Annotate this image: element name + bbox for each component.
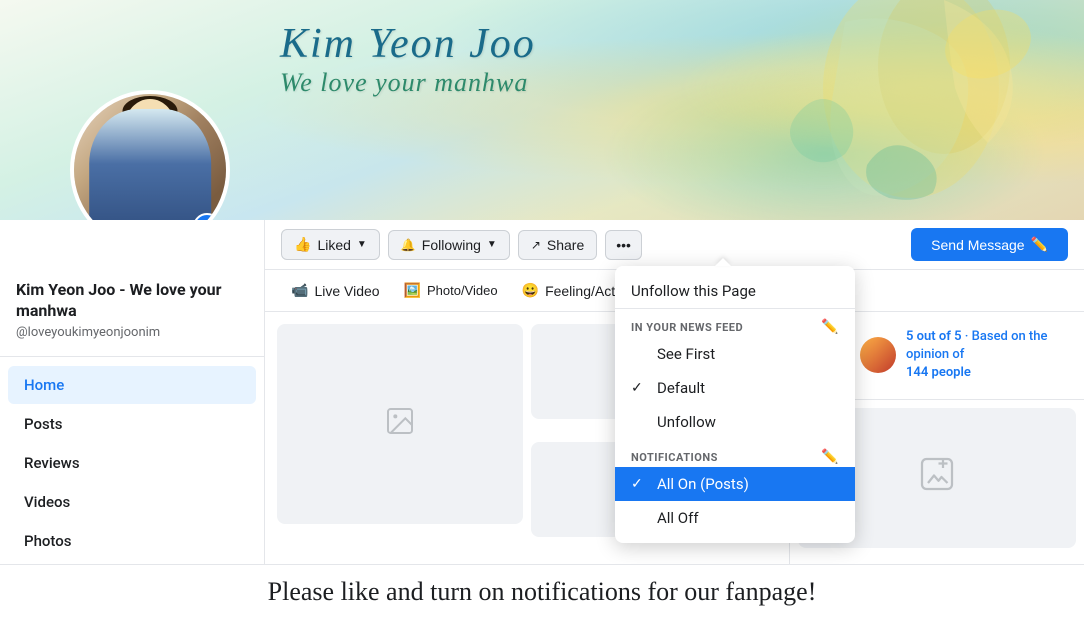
photo-placeholder-tall — [277, 324, 523, 524]
liked-chevron-icon: ▼ — [357, 239, 367, 250]
rating-text: 5 out of 5 · Based on the opinion of 144… — [906, 328, 1068, 383]
all-off-option[interactable]: All Off — [615, 501, 855, 535]
action-bar: 👍 Liked ▼ 🔔 Following ▼ ↗ Share ••• — [265, 220, 1084, 270]
page-info: Kim Yeon Joo - We love your manhwa @love… — [0, 270, 264, 357]
all-on-posts-option[interactable]: ✓ All On (Posts) — [615, 467, 855, 501]
main-content: Kim Yeon Joo - We love your manhwa @love… — [0, 220, 1084, 564]
notifications-section: NOTIFICATIONS ✏️ ✓ All On (Posts) All Of… — [615, 443, 855, 535]
sidebar-item-home[interactable]: Home — [8, 366, 256, 404]
cover-title-area: Kim Yeon Joo We love your manhwa — [280, 20, 536, 98]
following-chevron-icon: ▼ — [487, 239, 497, 250]
unfollow-option[interactable]: Unfollow — [615, 405, 855, 439]
more-icon: ••• — [616, 237, 631, 253]
all-on-check: ✓ — [631, 476, 647, 492]
photo-video-button[interactable]: 🖼️ Photo/Video — [394, 276, 508, 305]
see-first-option[interactable]: See First — [615, 337, 855, 371]
bottom-call-to-action: Please like and turn on notifications fo… — [0, 564, 1084, 619]
content-area: 👍 Liked ▼ 🔔 Following ▼ ↗ Share ••• — [265, 220, 1084, 564]
more-button[interactable]: ••• — [605, 230, 642, 260]
send-message-button[interactable]: Send Message ✏️ — [911, 228, 1068, 261]
live-video-button[interactable]: 📹 Live Video — [281, 276, 390, 305]
sidebar-item-videos[interactable]: Videos — [8, 483, 256, 521]
page-name: Kim Yeon Joo - We love your manhwa — [16, 280, 248, 322]
sidebar-item-photos[interactable]: Photos — [8, 522, 256, 560]
default-check: ✓ — [631, 380, 647, 396]
liked-button[interactable]: 👍 Liked ▼ — [281, 229, 380, 260]
pencil-icon: ✏️ — [1031, 236, 1048, 253]
following-icon: 🔔 — [401, 238, 416, 252]
cover-title-main: Kim Yeon Joo — [280, 20, 536, 68]
edit-news-feed-icon[interactable]: ✏️ — [821, 319, 839, 335]
right-panel-photo-icon — [919, 456, 955, 500]
thumbs-up-icon: 👍 — [294, 236, 311, 253]
news-feed-section-label: IN YOUR NEWS FEED ✏️ — [615, 313, 855, 337]
following-button[interactable]: 🔔 Following ▼ — [388, 230, 510, 260]
feeling-icon: 😀 — [522, 282, 539, 299]
nav-menu: Home Posts Reviews Videos Photos About — [0, 357, 264, 564]
photo-video-icon: 🖼️ — [404, 282, 421, 299]
edit-notifications-icon[interactable]: ✏️ — [821, 449, 839, 465]
notifications-section-label: NOTIFICATIONS ✏️ — [615, 443, 855, 467]
default-option[interactable]: ✓ Default — [615, 371, 855, 405]
sidebar-item-reviews[interactable]: Reviews — [8, 444, 256, 482]
share-button[interactable]: ↗ Share — [518, 230, 597, 260]
share-icon: ↗ — [531, 238, 541, 252]
page-handle: @loveyoukimyeonjoonim — [16, 325, 248, 340]
sidebar-item-posts[interactable]: Posts — [8, 405, 256, 443]
dropdown-arrow — [715, 258, 731, 266]
profile-avatar: + — [70, 90, 230, 220]
rating-avatar — [860, 337, 896, 373]
cover-photo: Kim Yeon Joo We love your manhwa + — [0, 0, 1084, 220]
sidebar: Kim Yeon Joo - We love your manhwa @love… — [0, 220, 265, 564]
image-icon — [384, 405, 416, 443]
unfollow-page-option[interactable]: Unfollow this Page — [615, 274, 855, 309]
following-dropdown: Unfollow this Page IN YOUR NEWS FEED ✏️ … — [615, 266, 855, 543]
cover-title-sub: We love your manhwa — [280, 68, 536, 98]
live-icon: 📹 — [291, 282, 308, 299]
